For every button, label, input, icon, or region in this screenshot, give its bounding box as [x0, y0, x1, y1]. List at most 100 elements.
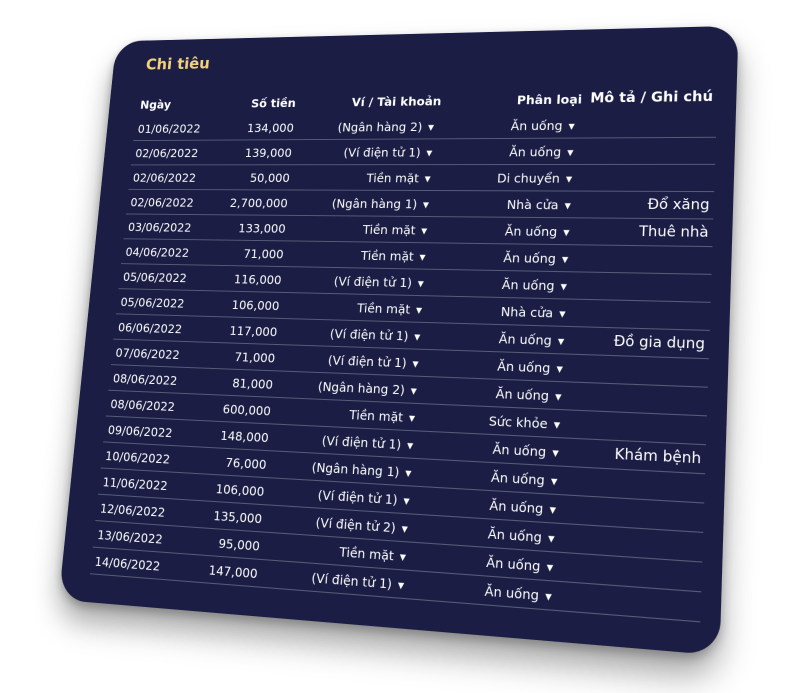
- col-header-wallet: Ví / Tài khoản: [299, 91, 446, 115]
- cell-date: 08/06/2022: [108, 365, 199, 394]
- category-dropdown[interactable]: Ăn uống ▼: [443, 112, 586, 139]
- col-header-category: Phân loại: [444, 89, 586, 114]
- chevron-down-icon[interactable]: ▼: [568, 122, 575, 131]
- chevron-down-icon[interactable]: ▼: [555, 392, 562, 402]
- chevron-down-icon[interactable]: ▼: [426, 148, 432, 157]
- cell-amount[interactable]: 106,000: [204, 291, 284, 319]
- chevron-down-icon[interactable]: ▼: [545, 591, 552, 601]
- wallet-dropdown-label: (Ví điện tử 1): [330, 326, 409, 343]
- cell-note[interactable]: [577, 272, 712, 302]
- wallet-dropdown[interactable]: Tiền mặt ▼: [292, 165, 441, 191]
- cell-amount[interactable]: 71,000: [199, 342, 280, 371]
- category-dropdown[interactable]: Ăn uống ▼: [436, 217, 580, 245]
- col-header-note: Mô tả / Ghi chú: [586, 87, 718, 112]
- category-dropdown-label: Ăn uống: [503, 250, 556, 266]
- chevron-down-icon[interactable]: ▼: [556, 364, 563, 373]
- wallet-dropdown[interactable]: Tiền mặt ▼: [288, 215, 438, 243]
- category-dropdown-label: Ăn uống: [492, 441, 546, 459]
- chevron-down-icon[interactable]: ▼: [421, 226, 428, 235]
- chevron-down-icon[interactable]: ▼: [546, 562, 553, 572]
- chevron-down-icon[interactable]: ▼: [562, 255, 569, 264]
- chevron-down-icon[interactable]: ▼: [401, 524, 408, 534]
- chevron-down-icon[interactable]: ▼: [549, 505, 556, 515]
- chevron-down-icon[interactable]: ▼: [409, 413, 416, 422]
- chevron-down-icon[interactable]: ▼: [419, 252, 426, 261]
- chevron-down-icon[interactable]: ▼: [410, 386, 417, 395]
- cell-amount[interactable]: 139,000: [218, 140, 297, 165]
- wallet-dropdown-label: (Ngân hàng 1): [311, 459, 400, 479]
- wallet-dropdown[interactable]: (Ngân hàng 2) ▼: [297, 114, 445, 140]
- chevron-down-icon[interactable]: ▼: [428, 123, 434, 132]
- chevron-down-icon[interactable]: ▼: [567, 148, 574, 157]
- chevron-down-icon[interactable]: ▼: [398, 580, 405, 590]
- chevron-down-icon[interactable]: ▼: [559, 309, 566, 318]
- chevron-down-icon[interactable]: ▼: [407, 441, 414, 450]
- chevron-down-icon[interactable]: ▼: [399, 552, 406, 562]
- chevron-down-icon[interactable]: ▼: [548, 533, 555, 543]
- cell-note[interactable]: [578, 245, 713, 275]
- cell-note[interactable]: Đồ gia dụng: [574, 327, 710, 359]
- category-dropdown[interactable]: Nhà cửa ▼: [438, 191, 582, 218]
- wallet-dropdown-label: (Ví điện tử 1): [343, 145, 421, 159]
- cell-note[interactable]: Thuê nhà: [579, 218, 713, 247]
- category-dropdown[interactable]: Ăn uống ▼: [434, 243, 579, 272]
- cell-note[interactable]: [575, 299, 710, 330]
- cell-amount[interactable]: 81,000: [197, 368, 278, 397]
- cell-note[interactable]: Đổ xăng: [580, 191, 714, 219]
- category-dropdown[interactable]: Nhà cửa ▼: [431, 296, 577, 327]
- wallet-dropdown[interactable]: Tiền mặt ▼: [286, 241, 436, 269]
- category-dropdown-label: Ăn uống: [491, 469, 545, 488]
- wallet-dropdown-label: Tiền mặt: [366, 170, 419, 184]
- cell-note[interactable]: [583, 137, 716, 164]
- cell-amount[interactable]: 50,000: [215, 165, 294, 190]
- cell-amount[interactable]: 71,000: [209, 240, 289, 267]
- cell-amount[interactable]: 133,000: [211, 215, 291, 241]
- cell-amount[interactable]: 134,000: [220, 115, 299, 140]
- wallet-dropdown-label: (Ví điện tử 1): [321, 432, 401, 451]
- chevron-down-icon[interactable]: ▼: [423, 200, 430, 209]
- cell-date: 01/06/2022: [133, 116, 222, 141]
- cell-note[interactable]: [584, 111, 717, 138]
- chevron-down-icon[interactable]: ▼: [418, 279, 425, 288]
- cell-amount[interactable]: 117,000: [202, 316, 282, 344]
- category-dropdown[interactable]: Di chuyển ▼: [440, 164, 584, 191]
- chevron-down-icon[interactable]: ▼: [554, 420, 561, 430]
- cell-amount[interactable]: 2,700,000: [213, 190, 292, 216]
- chevron-down-icon[interactable]: ▼: [403, 496, 410, 506]
- chevron-down-icon[interactable]: ▼: [560, 282, 567, 291]
- cell-amount[interactable]: 116,000: [206, 265, 286, 292]
- wallet-dropdown[interactable]: (Ngân hàng 1) ▼: [290, 190, 439, 217]
- chevron-down-icon[interactable]: ▼: [551, 476, 558, 486]
- wallet-dropdown-label: Tiền mặt: [339, 543, 394, 562]
- wallet-dropdown-label: (Ví điện tử 1): [328, 352, 408, 370]
- chevron-down-icon[interactable]: ▼: [563, 228, 570, 237]
- cell-amount[interactable]: 147,000: [180, 554, 262, 587]
- cell-amount[interactable]: 600,000: [195, 394, 276, 424]
- wallet-dropdown[interactable]: (Ví điện tử 1) ▼: [284, 267, 434, 296]
- category-dropdown[interactable]: Ăn uống ▼: [433, 269, 578, 299]
- table-row: 01/06/2022 134,000 (Ngân hàng 2) ▼ Ăn uống ▼: [133, 111, 717, 141]
- wallet-dropdown[interactable]: (Ví điện tử 1) ▼: [294, 139, 442, 165]
- category-dropdown-label: Ăn uống: [499, 331, 553, 348]
- table-body: 01/06/2022 134,000 (Ngân hàng 2) ▼ Ăn uống ▼ 0…: [90, 111, 717, 622]
- chevron-down-icon[interactable]: ▼: [424, 174, 430, 183]
- chevron-down-icon[interactable]: ▼: [552, 448, 559, 458]
- category-dropdown-label: Ăn uống: [510, 118, 562, 133]
- chevron-down-icon[interactable]: ▼: [416, 305, 423, 314]
- chevron-down-icon[interactable]: ▼: [566, 174, 573, 183]
- cell-date: 05/06/2022: [116, 289, 206, 317]
- cell-date: 02/06/2022: [126, 189, 215, 214]
- expense-table: Ngày Số tiền Ví / Tài khoản Phân loại Mô…: [90, 87, 718, 622]
- chevron-down-icon[interactable]: ▼: [405, 468, 412, 478]
- wallet-dropdown-label: Tiền mặt: [362, 222, 416, 237]
- wallet-dropdown-label: Tiền mặt: [360, 248, 414, 263]
- wallet-dropdown[interactable]: Tiền mặt ▼: [282, 292, 433, 322]
- chevron-down-icon[interactable]: ▼: [558, 336, 565, 345]
- category-dropdown-label: Ăn uống: [509, 144, 562, 159]
- cell-note[interactable]: [582, 164, 715, 191]
- chevron-down-icon[interactable]: ▼: [564, 201, 571, 210]
- chevron-down-icon[interactable]: ▼: [412, 359, 419, 368]
- category-dropdown[interactable]: Ăn uống ▼: [441, 138, 584, 165]
- cell-amount[interactable]: 148,000: [192, 420, 273, 451]
- chevron-down-icon[interactable]: ▼: [414, 332, 421, 341]
